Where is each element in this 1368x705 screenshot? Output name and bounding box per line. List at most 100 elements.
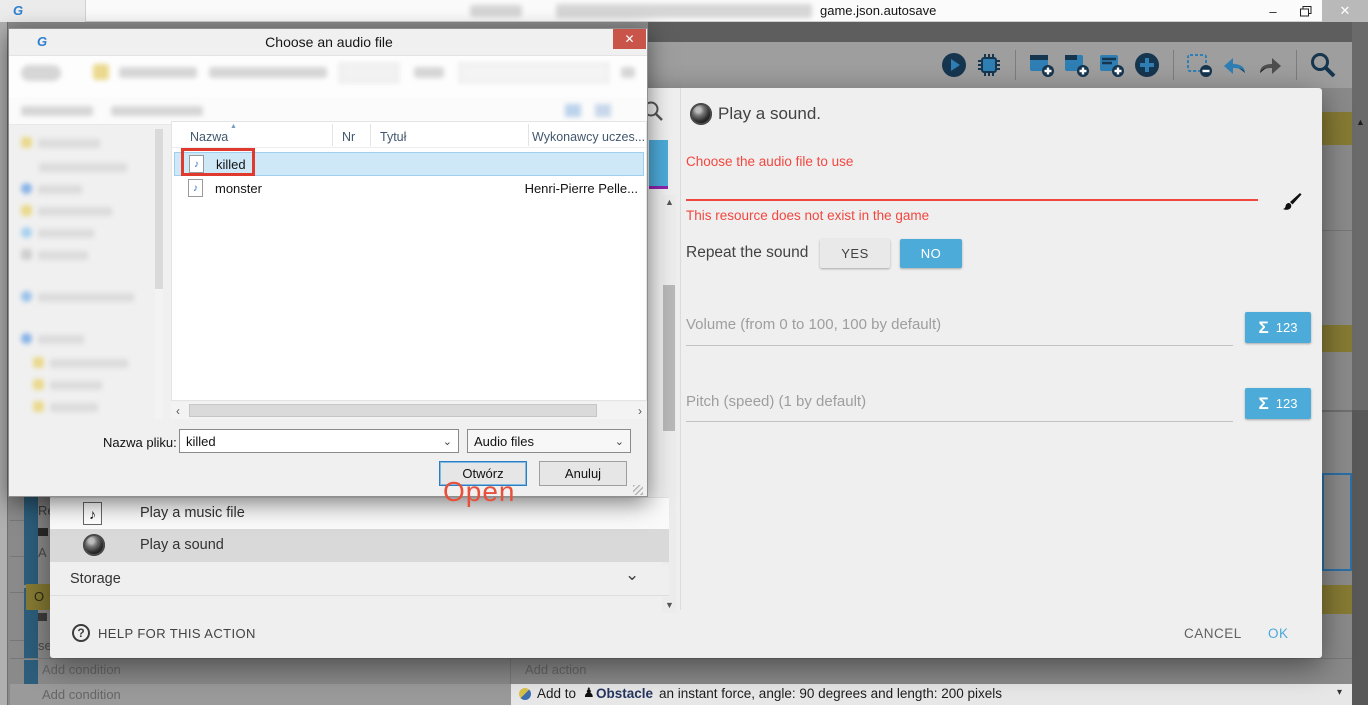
brush-edit-icon[interactable] xyxy=(1280,191,1302,213)
selected-event-block xyxy=(1322,112,1352,145)
caret-down-icon: ▾ xyxy=(1337,687,1342,698)
blurred-address-box[interactable] xyxy=(339,63,399,83)
sidebar-item[interactable] xyxy=(33,377,102,395)
close-button[interactable]: ✕ xyxy=(1322,0,1368,22)
scrollbar-thumb[interactable] xyxy=(663,285,675,431)
force-action-icon xyxy=(519,688,531,700)
column-header-title[interactable]: Tytuł xyxy=(380,130,406,144)
file-row-monster[interactable]: ♪ monster Henri-Pierre Pelle... xyxy=(174,177,644,201)
group-label: Storage xyxy=(70,571,121,587)
pane-divider xyxy=(680,88,681,610)
file-dialog-nav-toolbar xyxy=(9,55,647,97)
action-object-name: Obstacle xyxy=(596,686,653,701)
sidebar-item[interactable] xyxy=(21,181,82,199)
pitch-field-input[interactable] xyxy=(686,421,1233,422)
app-scrollbar-thumb[interactable] xyxy=(1352,410,1368,705)
cancel-button[interactable]: CANCEL xyxy=(1184,626,1242,641)
sidebar-item[interactable] xyxy=(21,135,100,153)
redo-icon[interactable] xyxy=(1255,50,1285,80)
event-block-bar xyxy=(24,660,38,684)
selected-event-block xyxy=(1322,325,1352,352)
highlighted-event-outline xyxy=(1322,473,1352,571)
action-item-label: Play a music file xyxy=(140,505,245,521)
add-comment-icon[interactable] xyxy=(1097,50,1127,80)
minimize-button[interactable]: – xyxy=(1256,0,1290,22)
filename-combobox[interactable]: killed ⌄ xyxy=(179,429,459,453)
action-item-play-sound-selected[interactable]: Play a sound xyxy=(50,529,669,562)
action-title: Play a sound. xyxy=(718,104,821,124)
search-events-icon[interactable] xyxy=(1308,50,1338,80)
scroll-right-icon[interactable]: › xyxy=(638,404,642,418)
blurred-breadcrumb[interactable] xyxy=(209,67,327,78)
volume-field-input[interactable] xyxy=(686,345,1233,346)
add-circle-icon[interactable] xyxy=(1132,50,1162,80)
sidebar-scrollbar-thumb[interactable] xyxy=(155,129,163,289)
ok-button[interactable]: OK xyxy=(1268,626,1289,641)
blurred-icon xyxy=(621,67,635,78)
debug-icon[interactable] xyxy=(974,50,1004,80)
sidebar-item[interactable] xyxy=(21,203,112,221)
category-tab-audio[interactable] xyxy=(649,140,668,186)
hscrollbar-thumb[interactable] xyxy=(189,404,597,417)
sidebar-item[interactable] xyxy=(33,355,128,373)
gdevelop-logo-icon: G xyxy=(13,4,23,17)
sigma-icon: Σ xyxy=(1259,394,1269,414)
sidebar-item[interactable] xyxy=(33,399,98,417)
repeat-no-button[interactable]: NO xyxy=(900,239,962,268)
delete-event-icon[interactable] xyxy=(1185,50,1215,80)
scroll-left-icon[interactable]: ‹ xyxy=(176,404,180,418)
add-subevent-icon[interactable] xyxy=(1062,50,1092,80)
divider xyxy=(10,640,24,641)
column-separator[interactable] xyxy=(332,124,333,146)
event-text-fragment: O xyxy=(34,589,44,604)
file-chooser-dialog: G Choose an audio file ✕ xyxy=(8,28,648,497)
toolbar-separator xyxy=(1015,50,1016,80)
help-for-action-link[interactable]: ? HELP FOR THIS ACTION xyxy=(72,624,256,642)
column-separator[interactable] xyxy=(528,124,529,146)
help-icon: ? xyxy=(72,624,90,642)
filetype-combobox[interactable]: Audio files ⌄ xyxy=(467,429,631,453)
sidebar-scrollbar[interactable] xyxy=(155,129,163,419)
sidebar-item[interactable] xyxy=(21,225,94,243)
sidebar-item[interactable] xyxy=(21,331,84,349)
events-toolbar xyxy=(648,42,1352,88)
sidebar-item[interactable] xyxy=(39,159,127,177)
action-group-storage[interactable]: Storage ⌄ xyxy=(50,565,669,596)
blurred-view-icon[interactable] xyxy=(565,104,581,117)
action-item-play-music[interactable]: ♪ Play a music file xyxy=(50,497,669,529)
restore-button[interactable] xyxy=(1290,0,1322,22)
sidebar-item[interactable] xyxy=(21,247,88,265)
preview-play-icon[interactable] xyxy=(939,50,969,80)
resource-error-text: This resource does not exist in the game xyxy=(686,208,929,223)
file-dialog-title: Choose an audio file xyxy=(9,34,649,50)
resource-field-input[interactable] xyxy=(686,199,1258,201)
add-event-icon[interactable] xyxy=(1027,50,1057,80)
blurred-nav-buttons[interactable] xyxy=(21,65,61,81)
volume-expression-button[interactable]: Σ 123 xyxy=(1245,312,1311,343)
column-separator[interactable] xyxy=(370,124,371,146)
resize-grip[interactable] xyxy=(633,485,643,495)
file-list-hscrollbar[interactable]: ‹ › xyxy=(171,402,647,419)
pitch-expression-button[interactable]: Σ 123 xyxy=(1245,388,1311,419)
file-dialog-close-button[interactable]: ✕ xyxy=(613,29,646,49)
scroll-up-icon[interactable]: ▲ xyxy=(665,198,674,207)
sidebar-item[interactable] xyxy=(21,289,134,307)
repeat-yes-button[interactable]: YES xyxy=(820,239,890,268)
blurred-search-box[interactable] xyxy=(459,63,609,83)
cancel-file-button[interactable]: Anuluj xyxy=(539,461,627,486)
filename-value: killed xyxy=(186,434,216,449)
column-header-artists[interactable]: Wykonawcy uczes... xyxy=(532,130,645,144)
blurred-help-icon[interactable] xyxy=(595,104,611,117)
event-icon-fragment xyxy=(38,613,47,621)
blurred-newfolder-menu[interactable] xyxy=(111,106,203,116)
column-header-nr[interactable]: Nr xyxy=(342,130,355,144)
blurred-organize-menu[interactable] xyxy=(21,106,93,116)
screen: G game.json.autosave – ✕ Re A xyxy=(0,0,1368,705)
chevron-down-icon: ⌄ xyxy=(443,435,452,448)
scroll-up-icon[interactable]: ▲ xyxy=(1356,118,1365,127)
scroll-down-icon[interactable]: ▼ xyxy=(665,601,674,610)
app-titlebar: G game.json.autosave – ✕ xyxy=(0,0,1368,22)
undo-icon[interactable] xyxy=(1220,50,1250,80)
column-header-name[interactable]: Nazwa xyxy=(190,130,228,144)
blurred-breadcrumb[interactable] xyxy=(119,67,197,78)
